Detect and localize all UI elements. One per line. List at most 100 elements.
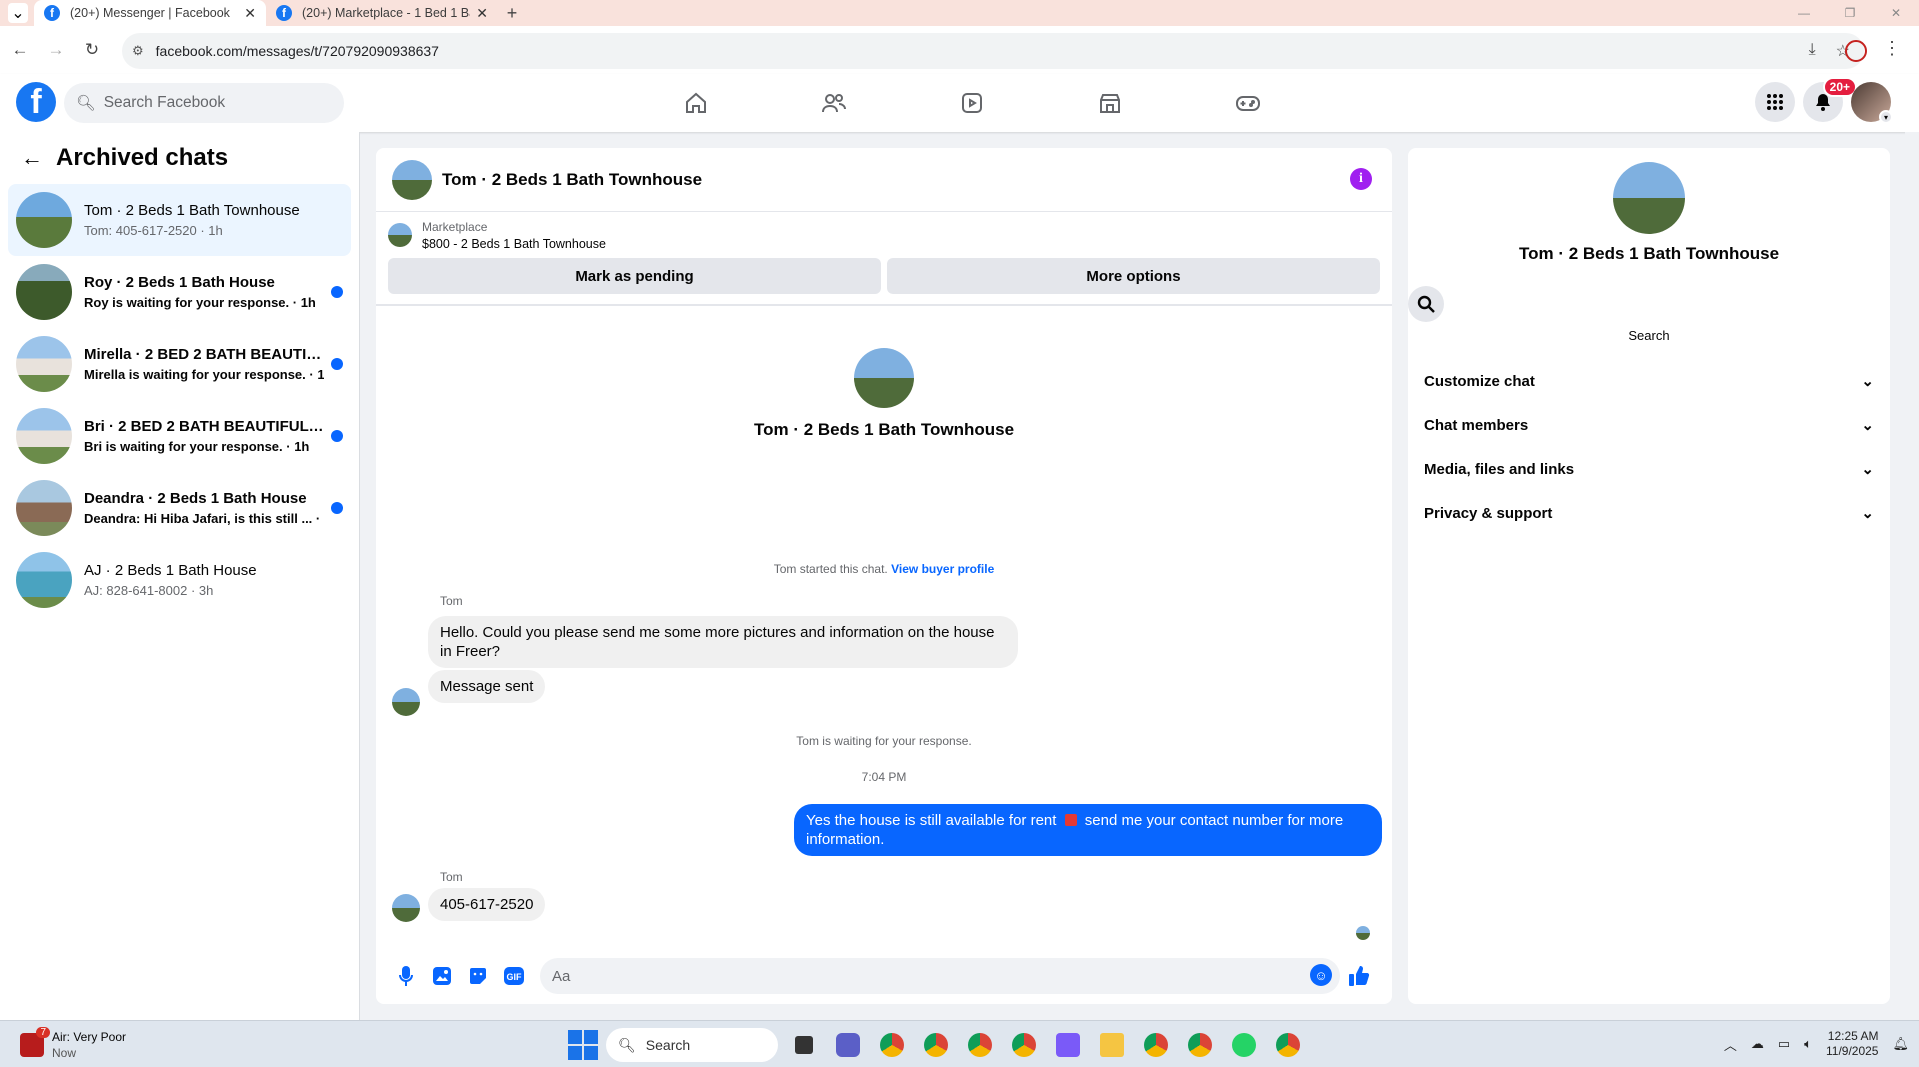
restore-icon[interactable]: ❐ (1827, 0, 1873, 26)
back-icon[interactable]: ← (4, 34, 36, 66)
file-explorer-icon[interactable] (1094, 1027, 1130, 1063)
search-icon: 🔍︎ (618, 1036, 636, 1053)
facebook-favicon-icon: f (44, 5, 60, 21)
chrome-icon[interactable] (874, 1027, 910, 1063)
chrome-icon[interactable] (962, 1027, 998, 1063)
chat-name: Deandra · 2 Beds 1 Bath House (84, 490, 307, 507)
conversation-title[interactable]: Tom · 2 Beds 1 Bath Townhouse (442, 170, 702, 190)
facebook-logo-icon[interactable]: f (16, 82, 56, 122)
info-icon[interactable]: i (1350, 168, 1372, 190)
my-message-bubble[interactable]: Yes the house is still available for ren… (794, 804, 1382, 856)
photo-icon[interactable] (424, 958, 460, 994)
chrome-icon[interactable] (1006, 1027, 1042, 1063)
close-window-icon[interactable]: ✕ (1873, 0, 1919, 26)
gaming-icon[interactable] (1179, 74, 1317, 132)
privacy-support-section[interactable]: Privacy & support ⌄ (1408, 491, 1890, 535)
message-bubble[interactable]: Message sent (428, 670, 546, 703)
view-buyer-profile-link[interactable]: View buyer profile (891, 562, 994, 576)
account-avatar[interactable]: ▾ (1851, 82, 1893, 124)
chat-preview: Roy is waiting for your response. · 1h (84, 295, 316, 310)
tab-search-button[interactable]: ⌄ (8, 3, 28, 23)
facebook-search-input[interactable]: 🔍︎ Search Facebook (64, 83, 344, 123)
friends-icon[interactable] (765, 74, 903, 132)
browser-profile-icon[interactable] (1845, 40, 1867, 62)
whatsapp-icon[interactable] (1226, 1027, 1262, 1063)
details-avatar[interactable] (1613, 162, 1685, 234)
svg-text:GIF: GIF (507, 972, 523, 982)
browser-tab-messenger[interactable]: f (20+) Messenger | Facebook ✕ (34, 0, 266, 26)
marketplace-label: Marketplace (422, 219, 488, 234)
unread-dot (331, 430, 343, 442)
teams-icon[interactable] (830, 1027, 866, 1063)
snipping-tool-icon[interactable] (1050, 1027, 1086, 1063)
install-app-icon[interactable]: ⤓ (1809, 41, 1816, 61)
mark-as-pending-button[interactable]: Mark as pending (388, 258, 881, 294)
marketplace-listing-bar[interactable]: Marketplace $800 - 2 Beds 1 Bath Townhou… (376, 212, 1392, 258)
message-bubble[interactable]: 405-617-2520 (428, 888, 546, 921)
listing-title: $800 - 2 Beds 1 Bath Townhouse (422, 236, 606, 251)
chrome-icon[interactable] (1138, 1027, 1174, 1063)
chat-list-item[interactable]: Tom · 2 Beds 1 Bath Townhouse Tom: 405-6… (8, 184, 351, 256)
back-arrow-icon[interactable]: ← (18, 145, 46, 171)
home-icon[interactable] (627, 74, 765, 132)
chat-details-panel: Tom · 2 Beds 1 Bath Townhouse Search Cus… (1408, 148, 1890, 1004)
chat-avatar (16, 408, 72, 464)
video-icon[interactable] (903, 74, 1041, 132)
chat-preview: Bri is waiting for your response. · 1h (84, 439, 310, 454)
windows-start-icon[interactable] (568, 1030, 598, 1060)
task-view-icon[interactable] (786, 1027, 822, 1063)
minimize-icon[interactable]: — (1781, 0, 1827, 26)
chevron-up-icon[interactable]: ︿ (1724, 1035, 1737, 1054)
reload-icon[interactable]: ↻ (76, 34, 108, 66)
marketplace-icon[interactable] (1041, 74, 1179, 132)
chat-list-item[interactable]: Deandra · 2 Beds 1 Bath House Deandra: H… (8, 472, 351, 544)
chrome-icon[interactable] (1182, 1027, 1218, 1063)
air-quality-icon: 7 (20, 1027, 50, 1057)
taskbar-search[interactable]: 🔍︎ Search (606, 1028, 778, 1062)
message-bubble[interactable]: Hello. Could you please send me some mor… (428, 616, 1018, 668)
notifications-bell-icon[interactable]: 20+ (1803, 77, 1857, 122)
sender-name: Tom (440, 870, 463, 884)
chat-avatar (16, 192, 72, 248)
chat-list-item[interactable]: Mirella · 2 BED 2 BATH BEAUTIF... Mirell… (8, 328, 351, 400)
message-input[interactable]: Aa ☺ (540, 958, 1340, 994)
chrome-icon[interactable] (918, 1027, 954, 1063)
volume-muted-icon[interactable]: 🔈︎ (1804, 1036, 1812, 1052)
close-tab-icon[interactable]: ✕ (476, 5, 488, 22)
chevron-down-icon: ⌄ (1861, 373, 1874, 390)
customize-chat-section[interactable]: Customize chat ⌄ (1408, 359, 1890, 403)
sender-avatar[interactable] (392, 894, 420, 922)
media-files-links-section[interactable]: Media, files and links ⌄ (1408, 447, 1890, 491)
taskbar-search-label: Search (645, 1037, 691, 1053)
more-options-button[interactable]: More options (887, 258, 1380, 294)
forward-icon[interactable]: → (40, 34, 72, 66)
microphone-icon[interactable] (388, 958, 424, 994)
chrome-icon[interactable] (1270, 1027, 1306, 1063)
sticker-icon[interactable] (460, 958, 496, 994)
thumbs-up-icon[interactable] (1348, 965, 1370, 987)
network-icon[interactable]: ▭ (1778, 1036, 1790, 1052)
search-in-conversation-button[interactable] (1408, 286, 1444, 322)
sender-avatar[interactable] (392, 688, 420, 716)
conversation-avatar[interactable] (392, 159, 432, 200)
close-tab-icon[interactable]: ✕ (244, 5, 256, 22)
chat-list-item[interactable]: Roy · 2 Beds 1 Bath House Roy is waiting… (8, 256, 351, 328)
page-scrollbar[interactable] (1905, 132, 1919, 1020)
address-bar[interactable]: ⚙ facebook.com/messages/t/72079209093863… (122, 33, 1864, 69)
chat-list-item[interactable]: AJ · 2 Beds 1 Bath House AJ: 828-641-800… (8, 544, 351, 616)
cloud-offline-icon[interactable]: ☁ (1751, 1036, 1764, 1052)
gif-icon[interactable]: GIF (496, 958, 532, 994)
browser-tab-marketplace[interactable]: f (20+) Marketplace - 1 Bed 1 Ba ✕ (266, 0, 498, 26)
url-text[interactable]: facebook.com/messages/t/720792090938637 (156, 43, 439, 59)
browser-menu-icon[interactable]: ⋮ (1883, 38, 1901, 59)
search-label: Search (1628, 328, 1670, 343)
new-tab-button[interactable]: + (498, 0, 526, 26)
notification-center-icon[interactable]: 🔔︎ (1892, 1036, 1909, 1052)
weather-widget[interactable]: 7 Air: Very Poor Now (20, 1027, 126, 1061)
clock[interactable]: 12:25 AM 11/9/2025 (1826, 1029, 1879, 1059)
emoji-icon[interactable]: ☺ (1310, 964, 1332, 986)
menu-grid-icon[interactable] (1755, 82, 1795, 122)
chat-list-item[interactable]: Bri · 2 BED 2 BATH BEAUTIFUL H... Bri is… (8, 400, 351, 472)
site-info-icon[interactable]: ⚙ (132, 43, 144, 59)
chat-members-section[interactable]: Chat members ⌄ (1408, 403, 1890, 447)
